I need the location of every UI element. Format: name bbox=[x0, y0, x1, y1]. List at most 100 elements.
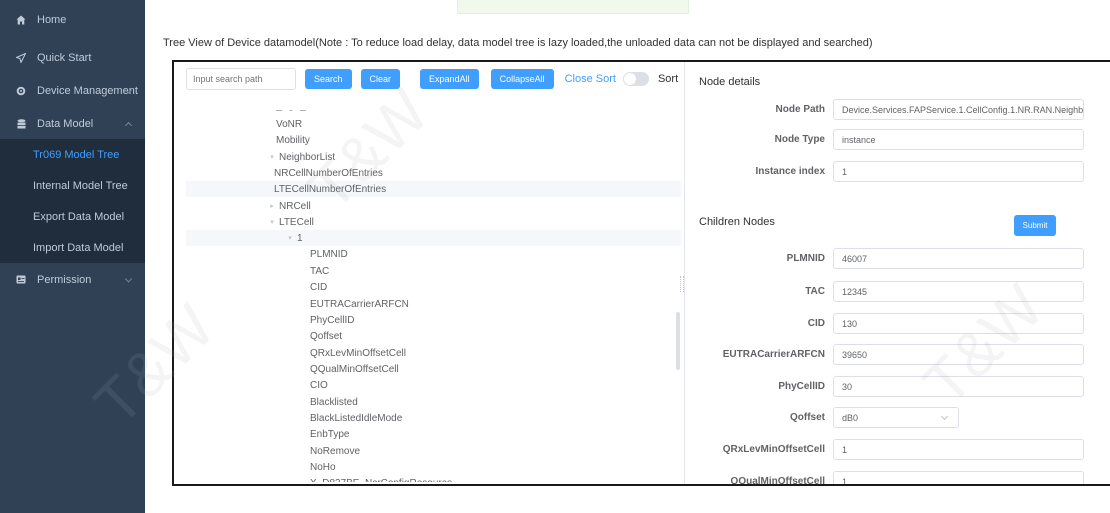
tree-node[interactable]: NRCellNumberOfEntries bbox=[186, 165, 681, 181]
tree-node[interactable]: PLMNID bbox=[186, 246, 681, 262]
search-input[interactable] bbox=[186, 68, 296, 90]
resize-handle[interactable] bbox=[680, 276, 684, 292]
sidebar-item-import-data-model[interactable]: Import Data Model bbox=[0, 232, 145, 263]
tree-node[interactable]: TAC bbox=[186, 263, 681, 279]
sidebar-item-data-model[interactable]: Data Model bbox=[0, 108, 145, 139]
tree-node[interactable]: PhyCellID bbox=[186, 312, 681, 328]
tree-node-label: TAC bbox=[310, 265, 330, 277]
tree-node[interactable]: Qoffset bbox=[186, 328, 681, 344]
sidebar-item-internal-model-tree[interactable]: Internal Model Tree bbox=[0, 170, 145, 201]
submit-button[interactable]: Submit bbox=[1014, 215, 1056, 236]
home-icon bbox=[16, 15, 26, 25]
child-field-input[interactable]: 1 bbox=[833, 439, 1084, 460]
child-field-input[interactable]: 130 bbox=[833, 313, 1084, 334]
tree-node[interactable]: QRxLevMinOffsetCell bbox=[186, 345, 681, 361]
child-field-input[interactable]: 30 bbox=[833, 376, 1084, 397]
sidebar-item-device-management[interactable]: Device Management bbox=[0, 75, 145, 106]
node-path-label: Node Path bbox=[775, 104, 825, 115]
tree-node[interactable]: Blacklisted bbox=[186, 394, 681, 410]
tree-node[interactable]: ▾ LTECell bbox=[186, 214, 681, 230]
chevron-down-icon bbox=[124, 274, 133, 283]
tree-node-label: Blacklisted bbox=[310, 396, 358, 408]
child-field-input[interactable]: 12345 bbox=[833, 281, 1084, 302]
tree-node-label: LTECell bbox=[279, 216, 314, 228]
child-field-label: TAC bbox=[805, 286, 825, 297]
caret-down-icon[interactable]: ▾ bbox=[268, 153, 276, 161]
tree-node-label: EnbType bbox=[310, 428, 350, 440]
node-type-field[interactable]: instance bbox=[833, 129, 1084, 150]
tree-node-label: PLMNID bbox=[310, 248, 348, 260]
tree-scrollbar[interactable] bbox=[676, 312, 680, 370]
node-details-panel: Node details Node Path Device.Services.F… bbox=[685, 62, 1110, 484]
child-field-value: dB0 bbox=[842, 412, 859, 423]
node-path-field[interactable]: Device.Services.FAPService.1.CellConfig.… bbox=[833, 99, 1084, 120]
node-type-label: Node Type bbox=[774, 134, 825, 145]
child-field-label: PhyCellID bbox=[778, 381, 825, 392]
caret-down-icon[interactable]: ▾ bbox=[268, 218, 276, 226]
notification-strip bbox=[457, 0, 689, 14]
node-details-title: Node details bbox=[699, 76, 761, 88]
data-model-submenu: Tr069 Model Tree Internal Model Tree Exp… bbox=[0, 139, 145, 263]
tree-node[interactable]: BlackListedIdleMode bbox=[186, 410, 681, 426]
sidebar-item-label: Data Model bbox=[37, 117, 94, 130]
sidebar-item-label: Internal Model Tree bbox=[33, 179, 128, 192]
sidebar-item-tr069-model-tree[interactable]: Tr069 Model Tree bbox=[0, 139, 145, 170]
tree-node[interactable]: LTECellNumberOfEntries bbox=[186, 181, 681, 197]
tree-node-label: LTECellNumberOfEntries bbox=[274, 183, 387, 195]
tree-node[interactable]: CIO bbox=[186, 377, 681, 393]
sidebar-item-export-data-model[interactable]: Export Data Model bbox=[0, 201, 145, 232]
tree-node[interactable]: X_D837BE_NcrConfigResource bbox=[186, 475, 681, 483]
child-field-label: Qoffset bbox=[790, 412, 825, 423]
child-field-value: 130 bbox=[842, 318, 858, 329]
child-field-value: 12345 bbox=[842, 286, 868, 297]
chevron-down-icon bbox=[940, 412, 949, 421]
instance-index-field[interactable]: 1 bbox=[833, 161, 1084, 182]
gear-icon bbox=[16, 86, 26, 96]
tree-node[interactable]: EnbType bbox=[186, 426, 681, 442]
sort-label: Sort bbox=[657, 73, 679, 85]
tree-node[interactable]: Mobility bbox=[186, 132, 681, 148]
sidebar-item-quick-start[interactable]: Quick Start bbox=[0, 42, 145, 73]
tree-node-label: BlackListedIdleMode bbox=[310, 412, 403, 424]
tree-node[interactable]: NoRemove bbox=[186, 443, 681, 459]
tree-node-label: PhyCellID bbox=[310, 314, 355, 326]
caret-right-icon[interactable]: ▸ bbox=[268, 202, 276, 210]
caret-down-icon[interactable]: ▾ bbox=[286, 234, 294, 242]
tree-node[interactable]: EUTRACarrierARFCN bbox=[186, 296, 681, 312]
tree-node-label: X_D837BE_NcrConfigResource bbox=[310, 478, 452, 483]
tree-node[interactable]: CID bbox=[186, 279, 681, 295]
sidebar-item-label: Device Management bbox=[37, 84, 138, 97]
child-field-input[interactable]: 46007 bbox=[833, 248, 1084, 269]
tree-node-label: NoRemove bbox=[310, 445, 361, 457]
tree-node[interactable]: NoHo bbox=[186, 459, 681, 475]
tree-node-label: 1 bbox=[297, 232, 303, 244]
collapse-all-button[interactable]: CollapseAll bbox=[490, 69, 554, 89]
child-field-label: PLMNID bbox=[786, 253, 825, 264]
sidebar-item-label: Tr069 Model Tree bbox=[33, 148, 120, 161]
sort-toggle[interactable] bbox=[622, 72, 649, 86]
tree-node[interactable]: ▾ NeighborList bbox=[186, 149, 681, 165]
expand-all-button[interactable]: ExpandAll bbox=[420, 69, 479, 89]
sidebar-item-permission[interactable]: Permission bbox=[0, 264, 145, 295]
child-field-select[interactable]: dB0 bbox=[833, 407, 959, 428]
tree-node[interactable]: ▸ NRCell bbox=[186, 198, 681, 214]
send-icon bbox=[16, 52, 26, 63]
close-sort-label: Close Sort bbox=[564, 73, 616, 85]
child-field-value: 30 bbox=[842, 381, 853, 392]
sidebar: Home Quick Start Device Management Data … bbox=[0, 0, 145, 513]
tree-node[interactable]: QQualMinOffsetCell bbox=[186, 361, 681, 377]
tree-node-label: EUTRACarrierARFCN bbox=[310, 298, 409, 310]
child-field-value: 46007 bbox=[842, 253, 868, 264]
clear-button[interactable]: Clear bbox=[360, 69, 401, 89]
tree-node-label: QQualMinOffsetCell bbox=[310, 363, 399, 375]
instance-index-label: Instance index bbox=[755, 166, 825, 177]
child-field-input[interactable]: 39650 bbox=[833, 344, 1084, 365]
tree-panel: Search Clear ExpandAll CollapseAll Close… bbox=[172, 60, 1110, 486]
child-field-input[interactable]: 1 bbox=[833, 471, 1084, 484]
sidebar-item-home[interactable]: Home bbox=[0, 4, 145, 35]
child-field-value: 1 bbox=[842, 444, 848, 455]
search-button[interactable]: Search bbox=[305, 69, 352, 89]
tree-node[interactable]: VoNR bbox=[186, 116, 681, 132]
tree-node[interactable]: ▾ 1 bbox=[186, 230, 681, 246]
sidebar-item-label: Quick Start bbox=[37, 51, 92, 64]
